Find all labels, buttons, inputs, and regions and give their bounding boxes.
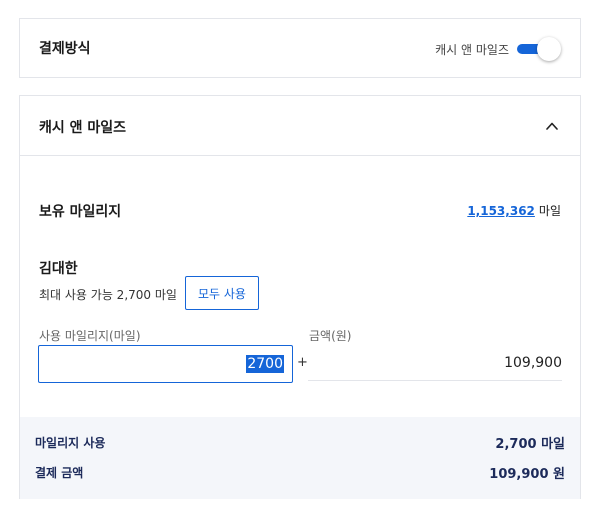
cash-and-miles-toggle-group: 캐시 앤 마일즈 (435, 37, 561, 61)
payment-method-card: 결제방식 캐시 앤 마일즈 (19, 18, 581, 78)
owned-mileage-number[interactable]: 1,153,362 (467, 204, 535, 218)
max-usable-mileage: 최대 사용 가능 2,700 마일 (39, 288, 177, 302)
holder-name: 김대한 (39, 261, 78, 277)
payment-summary: 마일리지 사용 2,700 마일 결제 금액 109,900 원 (20, 417, 580, 499)
cash-and-miles-toggle[interactable] (517, 37, 561, 61)
summary-mileage-label: 마일리지 사용 (35, 436, 106, 450)
toggle-knob (537, 37, 561, 61)
use-mileage-field-label: 사용 마일리지(마일) (39, 329, 141, 343)
owned-mileage-unit: 마일 (538, 204, 561, 218)
cash-and-miles-title: 캐시 앤 마일즈 (39, 120, 127, 136)
cash-and-miles-header[interactable]: 캐시 앤 마일즈 (20, 96, 580, 156)
summary-row-amount: 결제 금액 109,900 원 (35, 463, 565, 482)
use-all-button[interactable]: 모두 사용 (185, 276, 259, 310)
use-mileage-value: 2700 (246, 355, 284, 373)
amount-field-label: 금액(원) (309, 329, 352, 343)
summary-amount-value: 109,900 원 (489, 467, 565, 482)
amount-field: 109,900 (308, 345, 562, 381)
plus-sign: + (297, 355, 308, 370)
use-mileage-input[interactable]: 2700 (38, 345, 293, 383)
owned-mileage-value: 1,153,362 마일 (467, 202, 561, 219)
summary-amount-label: 결제 금액 (35, 466, 84, 480)
summary-row-mileage: 마일리지 사용 2,700 마일 (35, 433, 565, 452)
cash-and-miles-toggle-label: 캐시 앤 마일즈 (435, 42, 509, 57)
cash-and-miles-card: 캐시 앤 마일즈 보유 마일리지 1,153,362 마일 김대한 최대 사용 … (19, 95, 581, 499)
amount-value: 109,900 (504, 354, 562, 371)
owned-mileage-label: 보유 마일리지 (39, 204, 122, 220)
chevron-up-icon[interactable] (546, 120, 558, 132)
summary-mileage-value: 2,700 마일 (495, 437, 565, 452)
payment-method-title: 결제방식 (39, 41, 91, 57)
